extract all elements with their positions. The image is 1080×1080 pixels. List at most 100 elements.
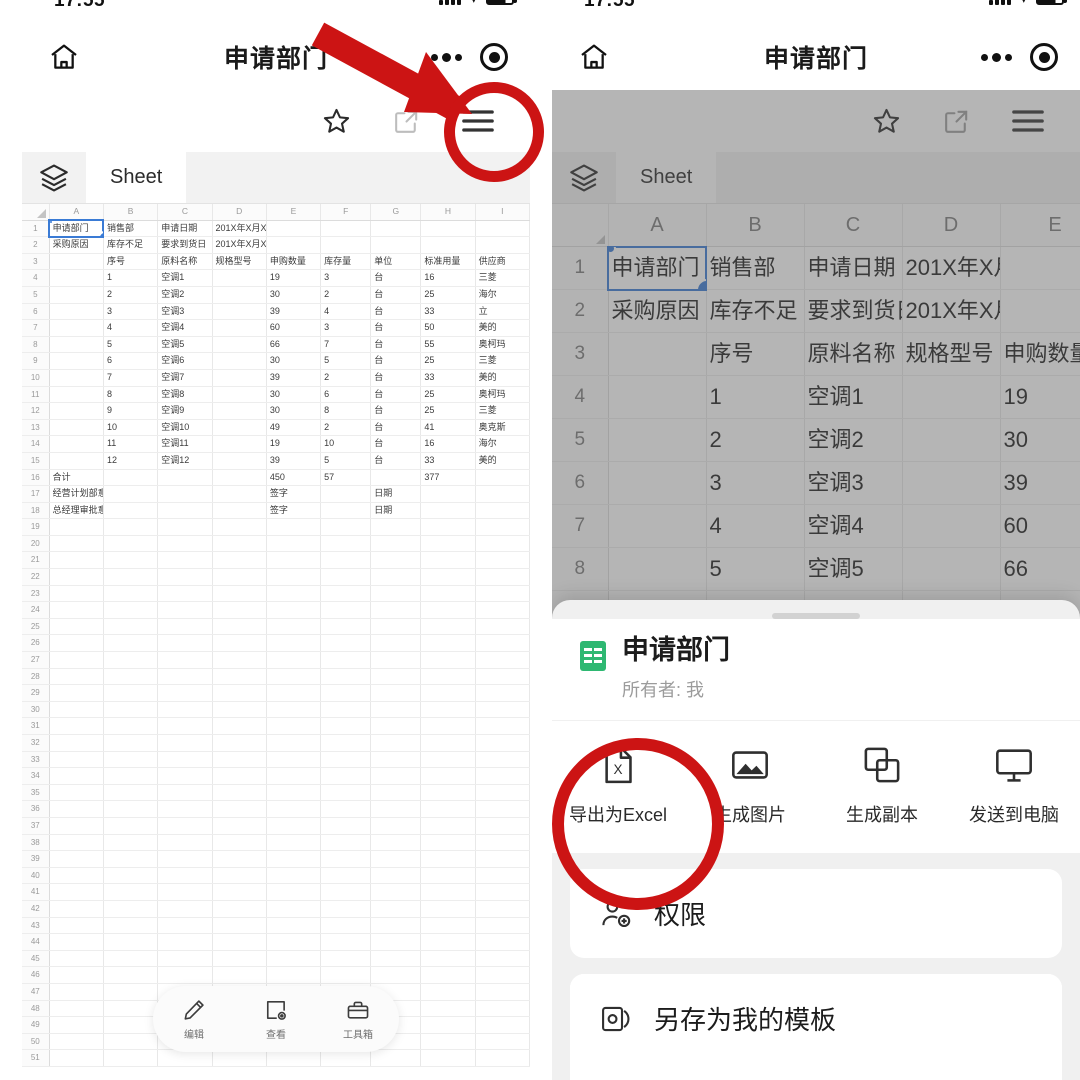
column-header-e[interactable]: E: [266, 204, 322, 221]
grid-cell[interactable]: [370, 651, 422, 669]
grid-cell[interactable]: [320, 236, 372, 254]
grid-cell[interactable]: 25: [420, 352, 476, 370]
grid-cell[interactable]: 申请部门: [48, 219, 105, 238]
grid-cell[interactable]: 30: [266, 286, 322, 304]
grid-cell[interactable]: 39: [266, 303, 322, 321]
spreadsheet-grid-left[interactable]: ABCDEFGHI1申请部门销售部申请日期201X年X月XX日2采购原因库存不足…: [22, 204, 530, 1067]
grid-cell[interactable]: [475, 535, 530, 553]
grid-cell[interactable]: [370, 867, 422, 885]
grid-cell[interactable]: [157, 800, 213, 818]
grid-cell[interactable]: [103, 601, 159, 619]
grid-cell[interactable]: [266, 618, 322, 636]
grid-cell[interactable]: [475, 701, 530, 719]
row-number[interactable]: 6: [22, 303, 50, 321]
grid-cell[interactable]: [103, 850, 159, 868]
table-row[interactable]: 32: [22, 734, 530, 752]
grid-cell[interactable]: [49, 834, 104, 852]
grid-cell[interactable]: [370, 834, 422, 852]
column-header-d[interactable]: D: [212, 204, 267, 221]
grid-cell[interactable]: 3: [706, 461, 805, 505]
grid-cell[interactable]: [49, 452, 104, 470]
grid-cell[interactable]: 台: [370, 269, 422, 287]
grid-cell[interactable]: [1000, 246, 1080, 290]
grid-cell[interactable]: [475, 1033, 530, 1051]
row-number[interactable]: 5: [22, 286, 50, 304]
grid-cell[interactable]: [49, 850, 104, 868]
grid-cell[interactable]: [320, 518, 372, 536]
grid-cell[interactable]: 立: [475, 303, 530, 321]
column-header-a[interactable]: A: [608, 204, 707, 247]
row-number[interactable]: 1: [22, 220, 50, 238]
grid-cell[interactable]: 申请日期: [157, 220, 213, 238]
action-generate-image[interactable]: 生成图片: [684, 743, 816, 827]
row-number[interactable]: 21: [22, 551, 50, 570]
grid-cell[interactable]: [475, 651, 530, 669]
row-number[interactable]: 27: [22, 651, 50, 669]
grid-cell[interactable]: [370, 917, 422, 935]
row-number[interactable]: 18: [22, 502, 50, 520]
grid-cell[interactable]: [266, 767, 322, 785]
grid-cell[interactable]: [157, 950, 213, 968]
grid-cell[interactable]: [49, 568, 104, 586]
row-number[interactable]: 34: [22, 767, 50, 785]
grid-cell[interactable]: [420, 950, 476, 968]
grid-cell[interactable]: [420, 220, 476, 238]
row-number[interactable]: 25: [22, 618, 50, 636]
grid-cell[interactable]: [49, 883, 104, 901]
grid-cell[interactable]: [475, 485, 530, 503]
grid-cell[interactable]: [266, 834, 322, 852]
table-row[interactable]: 6 3 空调3 39: [552, 461, 1080, 505]
grid-cell[interactable]: 台: [370, 286, 422, 304]
grid-cell[interactable]: [475, 933, 530, 951]
grid-cell[interactable]: [320, 717, 372, 735]
row-number[interactable]: 7: [22, 319, 50, 337]
grid-cell[interactable]: [420, 502, 476, 520]
row-number[interactable]: 29: [22, 684, 50, 702]
grid-cell[interactable]: [49, 950, 104, 968]
grid-cell[interactable]: [157, 701, 213, 719]
table-row[interactable]: 29: [22, 684, 530, 702]
grid-cell[interactable]: [420, 668, 476, 686]
grid-cell[interactable]: 66: [1000, 547, 1080, 591]
row-number[interactable]: 4: [22, 269, 50, 287]
grid-cell[interactable]: [266, 950, 322, 968]
table-row[interactable]: 31: [22, 717, 530, 735]
grid-cell[interactable]: [420, 568, 476, 586]
column-header-h[interactable]: H: [420, 204, 476, 221]
grid-cell[interactable]: [266, 585, 322, 603]
table-row[interactable]: 16 合计 450 57 377: [22, 469, 530, 487]
grid-cell[interactable]: 19: [266, 269, 322, 287]
grid-cell[interactable]: [370, 900, 422, 918]
grid-cell[interactable]: 2: [320, 419, 372, 437]
grid-cell[interactable]: 55: [420, 336, 476, 354]
column-header-c[interactable]: C: [804, 204, 903, 247]
grid-cell[interactable]: 合计: [49, 469, 104, 487]
home-icon[interactable]: [578, 41, 610, 73]
grid-cell[interactable]: [157, 668, 213, 686]
grid-cell[interactable]: [266, 900, 322, 918]
grid-cell[interactable]: 33: [420, 369, 476, 387]
grid-cell[interactable]: [420, 734, 476, 752]
grid-cell[interactable]: 6: [320, 386, 372, 404]
row-number[interactable]: 7: [552, 504, 609, 548]
grid-cell[interactable]: [420, 1000, 476, 1018]
grid-cell[interactable]: 4: [320, 303, 372, 321]
grid-cell[interactable]: 空调7: [157, 369, 213, 387]
grid-cell[interactable]: [320, 751, 372, 769]
grid-cell[interactable]: [420, 485, 476, 503]
grid-cell[interactable]: [212, 917, 267, 935]
grid-cell[interactable]: 5: [320, 452, 372, 470]
table-row[interactable]: 12 9 空调9 30 8 台 25 三菱: [22, 402, 530, 420]
grid-cell[interactable]: [212, 867, 267, 885]
grid-cell[interactable]: [49, 336, 104, 354]
grid-cell[interactable]: [212, 817, 267, 835]
grid-cell[interactable]: [49, 601, 104, 619]
grid-cell[interactable]: 空调5: [157, 336, 213, 354]
grid-cell[interactable]: 1: [103, 269, 159, 287]
row-number[interactable]: 33: [22, 751, 50, 769]
grid-cell[interactable]: [902, 375, 1001, 419]
table-row[interactable]: 26: [22, 634, 530, 653]
grid-cell[interactable]: [103, 734, 159, 752]
grid-cell[interactable]: 5: [706, 547, 805, 591]
grid-cell[interactable]: [266, 220, 322, 238]
